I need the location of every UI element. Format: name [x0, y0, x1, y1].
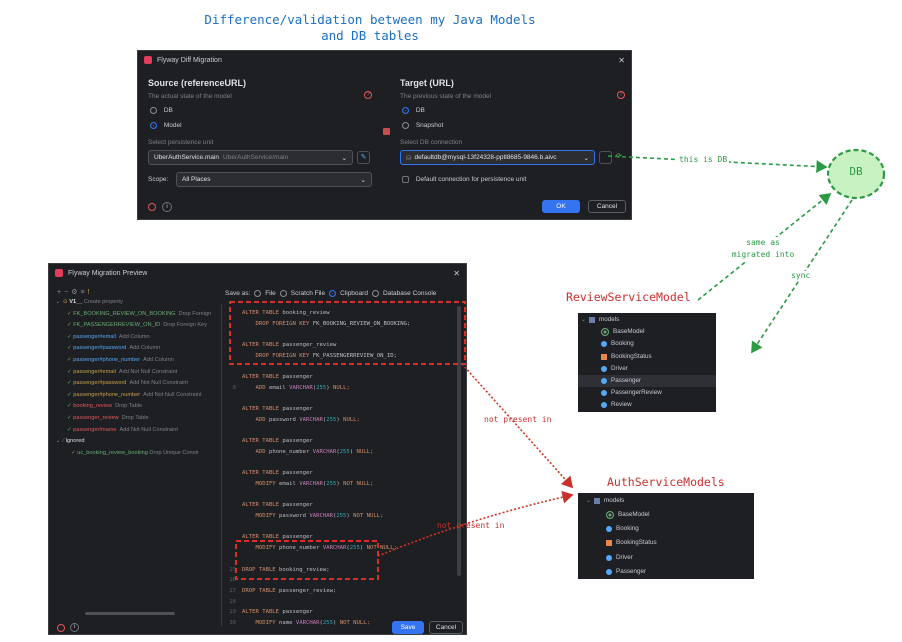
drop-table-highlight-box	[235, 540, 379, 580]
db-node-label: DB	[849, 165, 863, 178]
not-present-annotation-1: not present in	[484, 415, 552, 424]
annotation-layer	[229, 148, 886, 580]
not-present-arrow-1	[461, 363, 574, 489]
not-present-annotation-2: not present in	[437, 521, 505, 530]
same-as-annotation: same as migrated into	[728, 237, 798, 261]
sync-annotation: sync	[791, 271, 811, 280]
fk-highlight-box	[229, 301, 466, 365]
this-is-db-annotation: this is DB	[677, 155, 730, 164]
